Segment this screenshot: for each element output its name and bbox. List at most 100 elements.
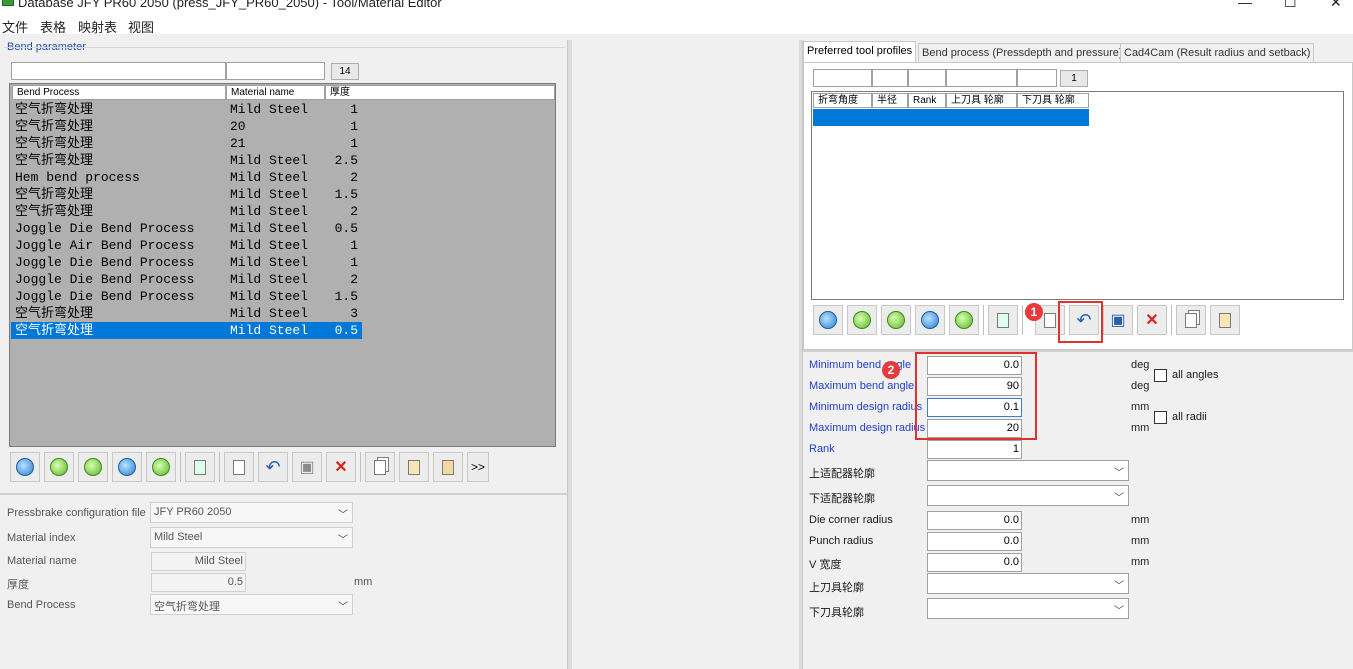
column-header-upper-tool[interactable]: 上刀具 轮廓	[946, 93, 1017, 108]
column-header-bend-angle[interactable]: 折弯角度	[813, 93, 872, 108]
filter-radius-input[interactable]	[872, 69, 908, 87]
edit-profile-button[interactable]	[988, 305, 1018, 335]
table-row[interactable]: 空气折弯处理 Mild Steel 2.5	[11, 152, 362, 169]
column-header-process[interactable]: Bend Process	[12, 85, 226, 100]
cell-thickness: 3	[350, 306, 358, 321]
first-record-button[interactable]	[10, 452, 40, 482]
bend-rows: 空气折弯处理 Mild Steel 1 空气折弯处理 20 1 空气折弯处理 21 1 空气折弯处…	[11, 101, 362, 339]
save-button[interactable]: ▣	[292, 452, 322, 482]
left-toolbar: ↶ ▣ ✕ >>	[10, 450, 558, 484]
filter-upper-tool-input[interactable]	[946, 69, 1017, 87]
save-profile-button[interactable]: ▣	[1103, 305, 1133, 335]
import-button[interactable]	[433, 452, 463, 482]
jump-profile-button[interactable]	[949, 305, 979, 335]
filter-material-input[interactable]	[226, 62, 325, 80]
tab-cad4cam[interactable]: Cad4Cam (Result radius and setback)	[1120, 43, 1315, 63]
edit-record-button[interactable]	[185, 452, 215, 482]
table-row[interactable]: 空气折弯处理 Mild Steel 3	[11, 305, 362, 322]
v-width-field[interactable]: 0.0	[927, 553, 1022, 572]
paste-button[interactable]	[399, 452, 429, 482]
next-icon	[84, 458, 102, 476]
rank-field[interactable]: 1	[927, 440, 1022, 459]
copy-profile-button[interactable]	[1176, 305, 1206, 335]
table-row[interactable]: Joggle Die Bend Process Mild Steel 2	[11, 271, 362, 288]
jump-record-button[interactable]	[146, 452, 176, 482]
all-radii-checkbox[interactable]	[1154, 411, 1167, 424]
paste-icon	[408, 459, 420, 475]
pressbrake-select[interactable]: JFY PR60 2050 ﹀	[150, 502, 353, 523]
upper-adapter-label: 上适配器轮廓	[809, 468, 875, 480]
menu-file[interactable]: 文件	[2, 17, 28, 36]
delete-profile-button[interactable]: ✕	[1137, 305, 1167, 335]
new-record-button[interactable]	[224, 452, 254, 482]
material-index-select[interactable]: Mild Steel ﹀	[150, 527, 353, 548]
table-row[interactable]: 空气折弯处理 Mild Steel 1	[11, 101, 362, 118]
pressbrake-label: Pressbrake configuration file	[7, 507, 146, 519]
filter-process-input[interactable]	[11, 62, 226, 80]
column-header-lower-tool[interactable]: 下刀具 轮廓	[1017, 93, 1089, 108]
more-button[interactable]: >>	[467, 452, 489, 482]
last-record-button[interactable]	[112, 452, 142, 482]
table-row[interactable]: 空气折弯处理 21 1	[11, 135, 362, 152]
close-icon[interactable]: ✕	[1330, 0, 1342, 11]
table-row[interactable]: Joggle Die Bend Process Mild Steel 1.5	[11, 288, 362, 305]
column-header-radius[interactable]: 半径	[872, 93, 908, 108]
table-row[interactable]: 空气折弯处理 Mild Steel 2	[11, 203, 362, 220]
bend-process-select[interactable]: 空气折弯处理 ﹀	[150, 594, 353, 615]
punch-radius-field[interactable]: 0.0	[927, 532, 1022, 551]
tab-preferred-tool-profiles[interactable]: Preferred tool profiles	[803, 41, 917, 63]
lower-tool-select[interactable]: ﹀	[927, 598, 1129, 619]
copy-button[interactable]	[365, 452, 395, 482]
app-icon	[2, 0, 14, 6]
previous-record-button[interactable]	[44, 452, 74, 482]
panel-splitter[interactable]	[0, 493, 567, 495]
cell-process: 空气折弯处理	[15, 323, 94, 338]
cell-thickness: 2	[350, 170, 358, 185]
minimize-icon[interactable]: —	[1238, 0, 1252, 10]
cell-thickness: 1	[350, 136, 358, 151]
menu-mapping[interactable]: 映射表	[78, 17, 117, 36]
group-divider	[4, 47, 565, 48]
v-width-unit: mm	[1131, 556, 1150, 568]
cell-material: Mild Steel	[230, 221, 309, 236]
right-splitter[interactable]	[803, 350, 1353, 352]
jump-icon	[152, 458, 170, 476]
lower-adapter-select[interactable]: ﹀	[927, 485, 1129, 506]
paste-profile-button[interactable]	[1210, 305, 1240, 335]
undo-button[interactable]: ↶	[258, 452, 288, 482]
cell-process: Joggle Die Bend Process	[15, 272, 195, 287]
table-row[interactable]: 空气折弯处理 Mild Steel 0.5	[11, 322, 362, 339]
table-row[interactable]: 空气折弯处理 Mild Steel 1.5	[11, 186, 362, 203]
table-row[interactable]: 空气折弯处理 20 1	[11, 118, 362, 135]
maximize-icon[interactable]: ☐	[1284, 0, 1297, 11]
filter-lower-tool-input[interactable]	[1017, 69, 1057, 87]
menu-table[interactable]: 表格	[40, 17, 66, 36]
first-profile-button[interactable]	[813, 305, 843, 335]
column-header-material[interactable]: Material name	[226, 85, 325, 100]
delete-button[interactable]: ✕	[326, 452, 356, 482]
filter-rank-input[interactable]	[908, 69, 946, 87]
next-profile-button[interactable]	[881, 305, 911, 335]
next-record-button[interactable]	[78, 452, 108, 482]
table-row[interactable]: Hem bend process Mild Steel 2	[11, 169, 362, 186]
column-header-thickness[interactable]: 厚度	[325, 85, 555, 100]
table-row[interactable]: 0.0 0.0 1	[813, 109, 1089, 176]
upper-tool-select[interactable]: ﹀	[927, 573, 1129, 594]
upper-adapter-select[interactable]: ﹀	[927, 460, 1129, 481]
table-row[interactable]: Joggle Air Bend Process Mild Steel 1	[11, 237, 362, 254]
thickness-unit: mm	[354, 576, 373, 588]
previous-profile-button[interactable]	[847, 305, 877, 335]
menu-view[interactable]: 视图	[128, 17, 154, 36]
tab-bend-process[interactable]: Bend process (Pressdepth and pressure)	[918, 43, 1127, 63]
save-icon: ▣	[299, 459, 315, 476]
cell-material: 21	[230, 136, 246, 151]
die-corner-radius-field[interactable]: 0.0	[927, 511, 1022, 530]
filter-angle-input[interactable]	[813, 69, 872, 87]
thickness-field: 0.5	[151, 573, 246, 592]
column-header-rank[interactable]: Rank	[908, 93, 946, 108]
all-angles-checkbox[interactable]	[1154, 369, 1167, 382]
table-row[interactable]: Joggle Die Bend Process Mild Steel 0.5	[11, 220, 362, 237]
last-profile-button[interactable]	[915, 305, 945, 335]
table-row[interactable]: Joggle Die Bend Process Mild Steel 1	[11, 254, 362, 271]
material-name-label: Material name	[7, 555, 77, 567]
